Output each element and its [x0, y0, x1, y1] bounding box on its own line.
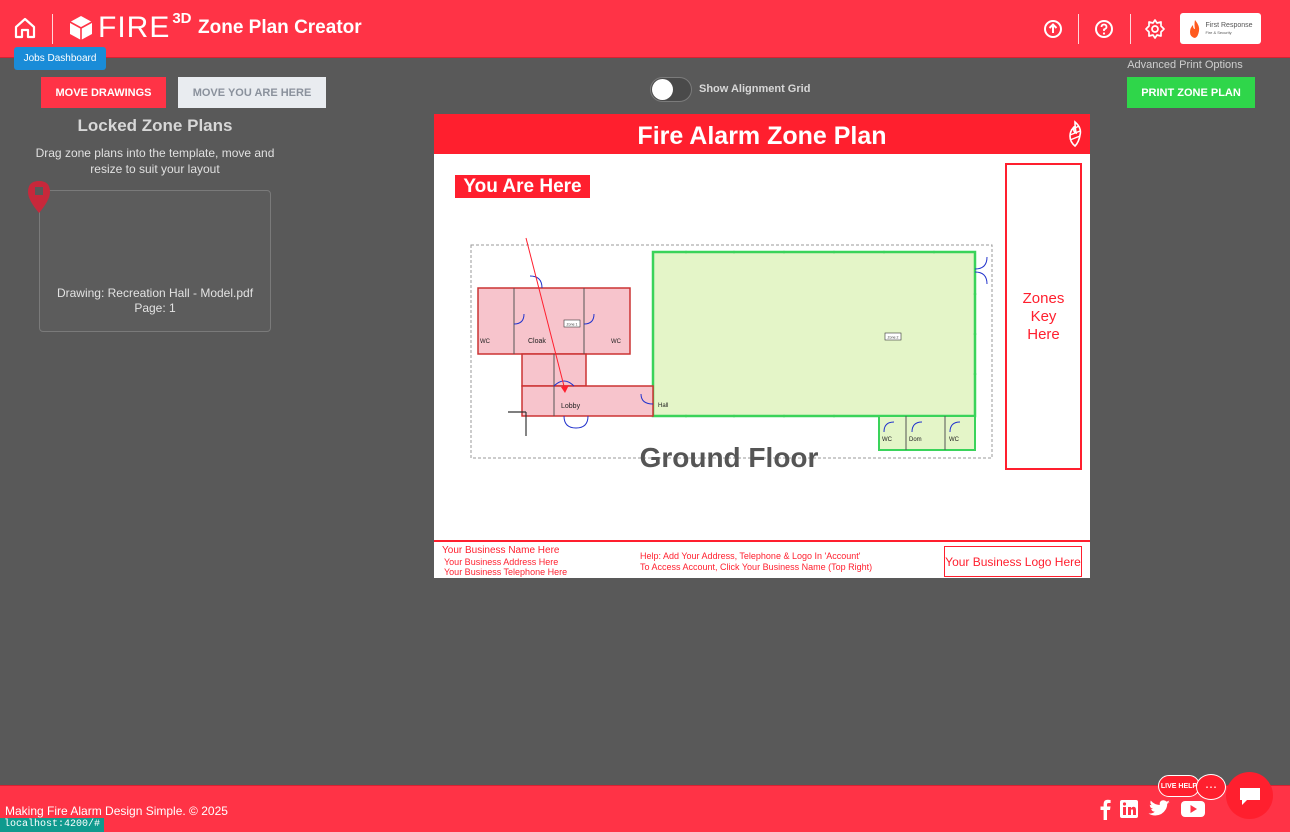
twitter-icon[interactable]	[1147, 798, 1171, 820]
print-zone-plan-button[interactable]: PRINT ZONE PLAN	[1127, 77, 1255, 108]
drawing-card[interactable]: Drawing: Recreation Hall - Model.pdf Pag…	[39, 190, 271, 332]
floor-label: Ground Floor	[639, 442, 819, 473]
flame-logo-icon	[1190, 19, 1200, 38]
zone-1-label: Zone 1	[567, 323, 578, 327]
upload-icon[interactable]	[1042, 18, 1064, 40]
sheet-title: Fire Alarm Zone Plan	[637, 122, 887, 150]
account-button[interactable]: First Response Fire & Security	[1180, 13, 1261, 44]
youtube-icon[interactable]	[1180, 798, 1206, 820]
zones-key-box: Zones Key Here	[1005, 163, 1082, 470]
advanced-print-options-link[interactable]: Advanced Print Options	[1118, 59, 1252, 71]
zones-key-text: Zones Key Here	[1022, 289, 1065, 343]
room-label-wc: WC	[949, 437, 960, 443]
business-logo-placeholder: Your Business Logo Here	[944, 546, 1082, 577]
room-label-dom: Dom	[909, 437, 922, 443]
room-label-wc: WC	[480, 339, 491, 345]
linkedin-icon[interactable]	[1119, 798, 1139, 820]
alignment-grid-toggle[interactable]	[650, 77, 692, 102]
home-icon[interactable]	[12, 15, 38, 41]
logo-text: FIRE	[98, 11, 171, 44]
header-divider	[1078, 14, 1079, 44]
more-options-icon[interactable]: ⋯	[1196, 774, 1226, 800]
move-you-are-here-button[interactable]: MOVE YOU ARE HERE	[178, 77, 326, 108]
chat-icon	[1239, 787, 1260, 805]
drawing-page: Page: 1	[134, 301, 176, 315]
zone-plan-sheet: Fire Alarm Zone Plan Zone 1 Zone 2 WC Cl…	[434, 114, 1090, 578]
status-url: localhost:4200/#	[0, 818, 105, 832]
header-divider	[1130, 14, 1131, 44]
account-name: First Response	[1205, 22, 1253, 29]
jobs-dashboard-tooltip: Jobs Dashboard	[14, 47, 106, 70]
locked-zone-plans-title: Locked Zone Plans	[77, 116, 233, 135]
help-text-line1: Help: Add Your Address, Telephone & Logo…	[640, 551, 861, 561]
you-are-here-marker[interactable]: You Are Here	[455, 175, 590, 198]
app-header: FIRE 3D Zone Plan Creator First Response…	[0, 0, 1290, 58]
room-label-wc: WC	[882, 437, 893, 443]
room-label-lobby: Lobby	[561, 403, 581, 410]
live-help-badge[interactable]: LIVE HELP	[1158, 775, 1200, 797]
settings-icon[interactable]	[1144, 18, 1166, 40]
alignment-grid-label: Show Alignment Grid	[699, 83, 811, 95]
room-label-cloak: Cloak	[528, 338, 546, 345]
move-drawings-button[interactable]: MOVE DRAWINGS	[41, 77, 166, 108]
business-name: Your Business Name Here	[442, 545, 560, 556]
drawing-filename: Drawing: Recreation Hall - Model.pdf	[56, 286, 254, 300]
zone-2-label: Zone 2	[888, 336, 899, 340]
location-pin-icon[interactable]	[26, 180, 52, 214]
facebook-icon[interactable]	[1098, 798, 1112, 820]
logo-superscript: 3D	[172, 9, 192, 27]
sheet-footer: Your Business Name Here Your Business Ad…	[434, 540, 1090, 578]
cube-icon	[69, 16, 93, 40]
page-title: Zone Plan Creator	[198, 17, 362, 38]
locked-zone-plans-description: Drag zone plans into the template, move …	[35, 146, 275, 176]
drawing-card-info: Drawing: Recreation Hall - Model.pdf Pag…	[40, 286, 270, 316]
app-footer: Making Fire Alarm Design Simple. © 2025	[0, 785, 1290, 832]
fire-flame-icon	[1069, 120, 1082, 148]
floor-plan-drawing[interactable]: Zone 1 Zone 2 WC Cloak WC Lobby Hall WC …	[434, 154, 1090, 544]
header-divider	[52, 14, 53, 44]
help-text-line2: To Access Account, Click Your Business N…	[640, 562, 873, 572]
footer-copyright: Making Fire Alarm Design Simple. © 2025	[5, 804, 228, 818]
chat-button[interactable]	[1226, 772, 1273, 819]
fire3d-logo: FIRE 3D	[68, 9, 192, 44]
room-label-hall: Hall	[658, 403, 668, 409]
business-telephone: Your Business Telephone Here	[444, 567, 568, 577]
room-label-wc: WC	[611, 339, 622, 345]
help-icon[interactable]	[1093, 18, 1115, 40]
account-subtitle: Fire & Security	[1205, 30, 1232, 35]
toggle-knob	[652, 79, 673, 100]
business-address: Your Business Address Here	[444, 557, 559, 567]
